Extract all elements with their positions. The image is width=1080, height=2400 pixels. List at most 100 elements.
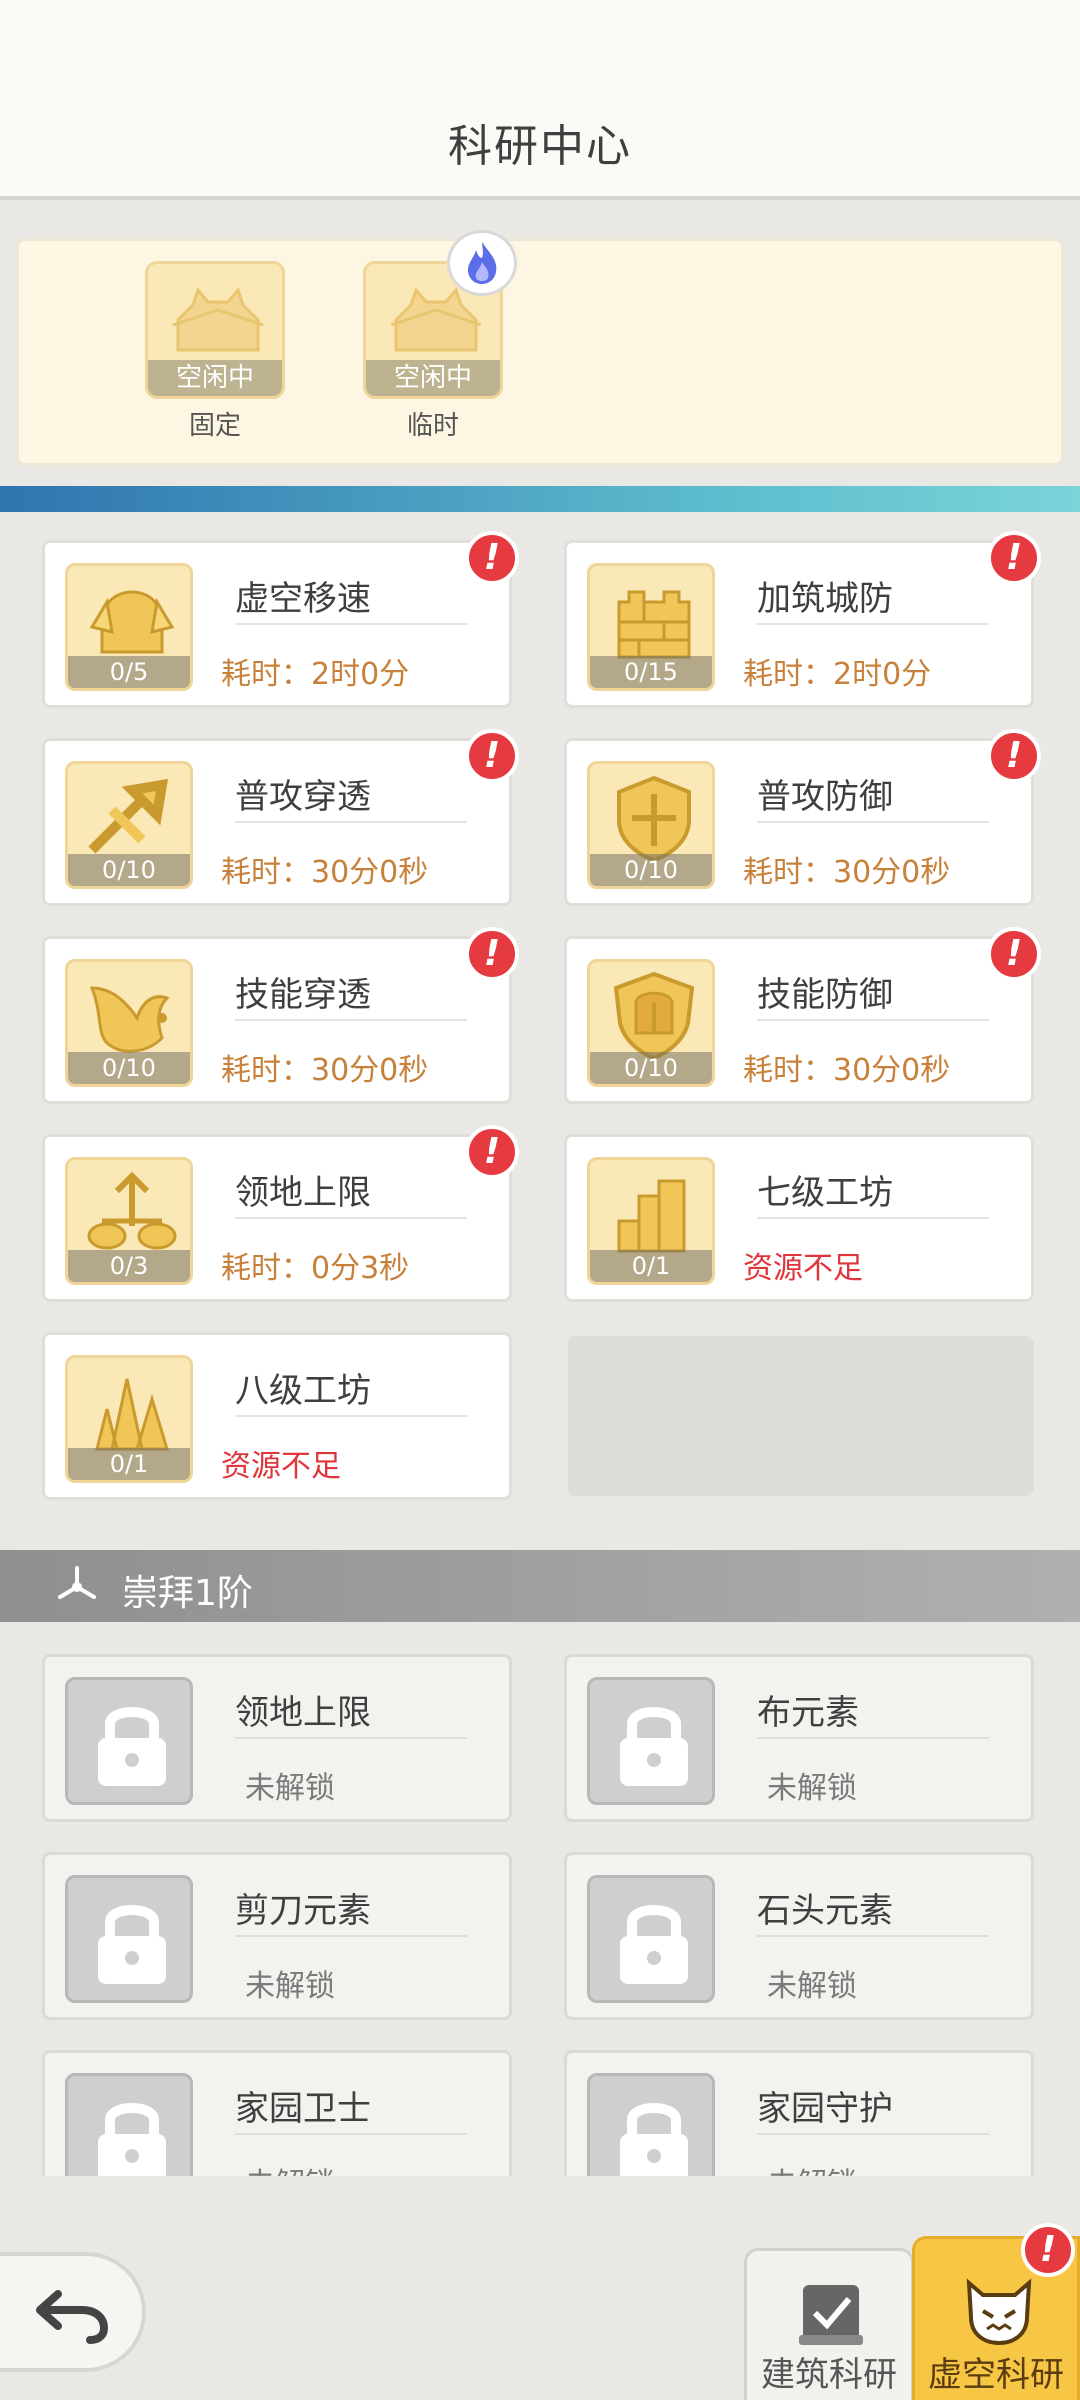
piercing-arrow-icon: 0/10 <box>65 761 193 889</box>
alert-badge: ! <box>465 531 519 585</box>
locked-list: 领地上限 未解锁 布元素 未解锁 剪刀元素 未解锁 石头元素 未解锁 家园卫士 … <box>0 1622 1080 2176</box>
helmet-shield-icon: 0/10 <box>587 959 715 1087</box>
research-progress: 0/10 <box>68 1052 190 1084</box>
flame-icon[interactable] <box>447 230 517 296</box>
divider <box>235 1935 467 1937</box>
lock-icon <box>587 1875 715 2003</box>
research-progress: 0/10 <box>590 1052 712 1084</box>
locked-name: 家园守护 <box>757 2089 893 2129</box>
divider <box>235 1737 467 1739</box>
divider <box>757 1935 989 1937</box>
research-time: 耗时：0分3秒 <box>221 1251 410 1286</box>
research-status: 资源不足 <box>221 1449 341 1484</box>
lock-icon <box>65 2073 193 2176</box>
tab-building-research[interactable]: 建筑科研 <box>744 2248 914 2400</box>
tab-void-research[interactable]: 虚空科研 ! <box>912 2223 1080 2400</box>
divider <box>235 2133 467 2135</box>
research-name: 八级工坊 <box>235 1371 371 1411</box>
tier-banner-locked: 崇拜1阶 <box>0 1550 1080 1622</box>
research-time: 耗时：2时0分 <box>221 657 410 692</box>
lock-icon <box>65 1677 193 1805</box>
slot-cat-icon: 空闲中 <box>145 261 285 399</box>
research-status: 资源不足 <box>743 1251 863 1286</box>
locked-status: 未解锁 <box>767 1771 857 1806</box>
research-progress: 0/5 <box>68 656 190 688</box>
alert-badge: ! <box>465 1125 519 1179</box>
research-progress: 0/10 <box>590 854 712 886</box>
research-time: 耗时：30分0秒 <box>743 1053 951 1088</box>
top-bar: 科研中心 <box>0 0 1080 200</box>
tier-label: 崇拜1阶 <box>122 1573 253 1614</box>
research-name: 加筑城防 <box>757 579 893 619</box>
alert-badge: ! <box>987 729 1041 783</box>
research-card[interactable]: 0/15 加筑城防 耗时：2时0分 ! <box>564 531 1041 708</box>
back-button[interactable] <box>0 2252 146 2372</box>
research-card[interactable]: 0/3 领地上限 耗时：0分3秒 ! <box>42 1125 519 1302</box>
research-progress: 0/1 <box>590 1250 712 1282</box>
research-time: 耗时：30分0秒 <box>743 855 951 890</box>
locked-card[interactable]: 布元素 未解锁 <box>564 1654 1034 1822</box>
locked-card[interactable]: 领地上限 未解锁 <box>42 1654 512 1822</box>
tier-banner-active <box>0 486 1080 512</box>
research-card[interactable]: 0/1 八级工坊 资源不足 <box>42 1332 512 1500</box>
locked-status: 未解锁 <box>767 2159 857 2176</box>
locked-card[interactable]: 家园守护 未解锁 <box>564 2050 1034 2176</box>
research-name: 普攻防御 <box>757 777 893 817</box>
locked-name: 石头元素 <box>757 1891 893 1931</box>
divider <box>757 2133 989 2135</box>
research-card[interactable]: 0/5 虚空移速 耗时：2时0分 ! <box>42 531 519 708</box>
lock-icon <box>65 1875 193 2003</box>
locked-status: 未解锁 <box>245 1771 335 1806</box>
crystal-cluster-icon: 0/1 <box>65 1355 193 1483</box>
shield-icon: 0/10 <box>587 761 715 889</box>
slot-status: 空闲中 <box>366 360 500 396</box>
research-progress: 0/15 <box>590 656 712 688</box>
locked-card[interactable]: 剪刀元素 未解锁 <box>42 1852 512 2020</box>
back-arrow-icon <box>36 2290 109 2344</box>
alert-badge: ! <box>465 729 519 783</box>
locked-card[interactable]: 家园卫士 未解锁 <box>42 2050 512 2176</box>
tab-label: 建筑科研 <box>761 2355 897 2395</box>
research-card[interactable]: 0/10 普攻穿透 耗时：30分0秒 ! <box>42 729 519 906</box>
research-name: 技能防御 <box>757 975 893 1015</box>
research-name: 七级工坊 <box>757 1173 893 1213</box>
alert-badge: ! <box>987 927 1041 981</box>
research-name: 虚空移速 <box>235 579 371 619</box>
divider <box>757 1019 989 1021</box>
research-card[interactable]: 0/10 技能穿透 耗时：30分0秒 ! <box>42 927 519 1104</box>
pinwheel-icon <box>58 1566 96 1599</box>
alert-badge: ! <box>1021 2223 1075 2277</box>
tab-label: 虚空科研 <box>928 2355 1064 2395</box>
research-card[interactable]: 0/10 普攻防御 耗时：30分0秒 ! <box>564 729 1041 906</box>
divider <box>757 1217 989 1219</box>
research-name: 技能穿透 <box>235 975 371 1015</box>
slot-status: 空闲中 <box>148 360 282 396</box>
divider <box>757 1737 989 1739</box>
divider <box>235 1217 467 1219</box>
research-card[interactable]: 0/10 技能防御 耗时：30分0秒 ! <box>564 927 1041 1104</box>
locked-status: 未解锁 <box>767 1969 857 2004</box>
research-name: 领地上限 <box>235 1173 371 1213</box>
research-name: 普攻穿透 <box>235 777 371 817</box>
locked-name: 家园卫士 <box>235 2089 371 2129</box>
locked-card[interactable]: 石头元素 未解锁 <box>564 1852 1034 2020</box>
castle-wall-icon: 0/15 <box>587 563 715 691</box>
research-card[interactable]: 0/1 七级工坊 资源不足 <box>564 1134 1034 1302</box>
empty-card-slot <box>568 1336 1034 1496</box>
research-time: 耗时：30分0秒 <box>221 855 429 890</box>
locked-name: 剪刀元素 <box>235 1891 371 1931</box>
divider <box>757 821 989 823</box>
locked-status: 未解锁 <box>245 2159 335 2176</box>
alert-badge: ! <box>465 927 519 981</box>
research-time: 耗时：30分0秒 <box>221 1053 429 1088</box>
divider <box>235 821 467 823</box>
slot-fixed[interactable]: 空闲中 固定 <box>145 261 285 442</box>
document-check-icon <box>799 2285 863 2345</box>
workshop-blocks-icon: 0/1 <box>587 1157 715 1285</box>
research-slots-panel: 空闲中 固定 空闲中 临时 <box>16 238 1064 466</box>
page-title: 科研中心 <box>448 121 632 172</box>
lock-icon <box>587 1677 715 1805</box>
demon-cat-icon <box>966 2278 1032 2345</box>
research-progress: 0/10 <box>68 854 190 886</box>
locked-status: 未解锁 <box>245 1969 335 2004</box>
